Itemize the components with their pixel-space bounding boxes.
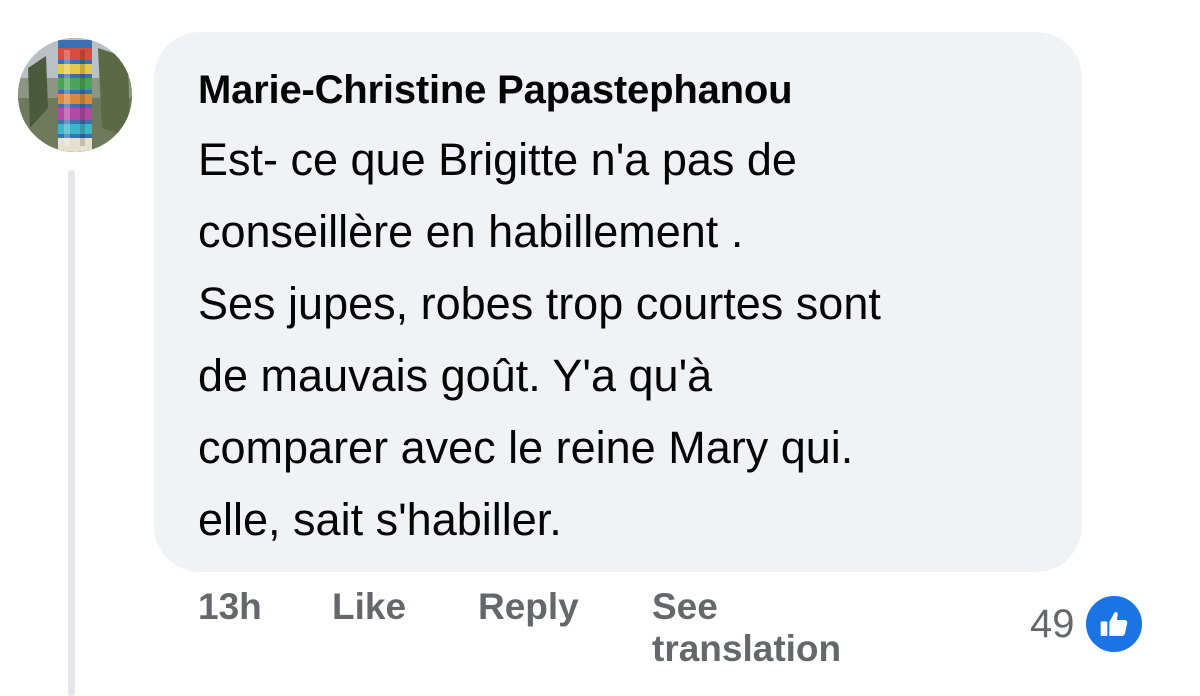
avatar[interactable] [18, 38, 132, 152]
reply-button[interactable]: Reply [478, 586, 579, 628]
thumbs-up-glyph-icon [1100, 611, 1127, 636]
comment-thread: Marie-Christine Papastephanou Est- ce qu… [0, 0, 1200, 696]
comment-line: de mauvais goût. Y'a qu'à [198, 350, 713, 401]
timestamp[interactable]: 13h [198, 586, 262, 628]
author-name[interactable]: Marie-Christine Papastephanou [198, 66, 1038, 114]
comment-line: comparer avec le reine Mary qui. [198, 422, 854, 473]
thumbs-up-icon [1082, 593, 1145, 655]
comment-line: elle, sait s'habiller. [198, 494, 562, 545]
thread-line [68, 170, 75, 696]
comment-line: conseillère en habillement . [198, 206, 744, 257]
like-button[interactable]: Like [332, 586, 406, 628]
comment-line: Ses jupes, robes trop courtes sont [198, 278, 881, 329]
see-translation-button[interactable]: See translation [652, 586, 892, 670]
comment-line: Est- ce que Brigitte n'a pas de [198, 134, 797, 185]
reactions-summary[interactable]: 49 [1030, 593, 1145, 655]
comment-text: Est- ce que Brigitte n'a pas de conseill… [198, 124, 1038, 556]
avatar-photo-icon [18, 38, 132, 152]
comment-bubble: Marie-Christine Papastephanou Est- ce qu… [154, 32, 1082, 572]
reaction-count: 49 [1030, 601, 1075, 646]
